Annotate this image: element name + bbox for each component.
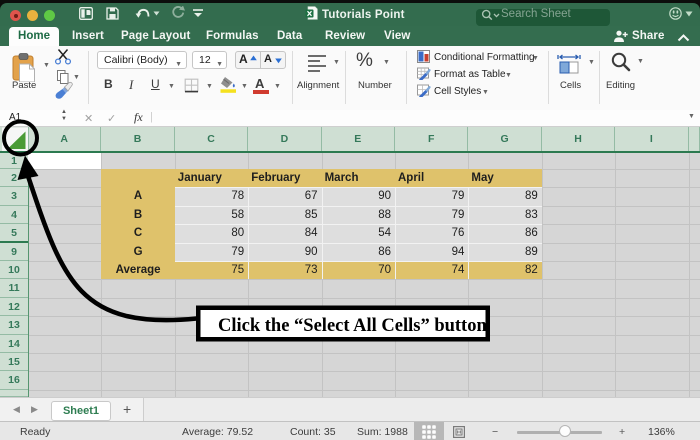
svg-text:Click the “Select All Cells” b: Click the “Select All Cells” button [218, 316, 487, 336]
